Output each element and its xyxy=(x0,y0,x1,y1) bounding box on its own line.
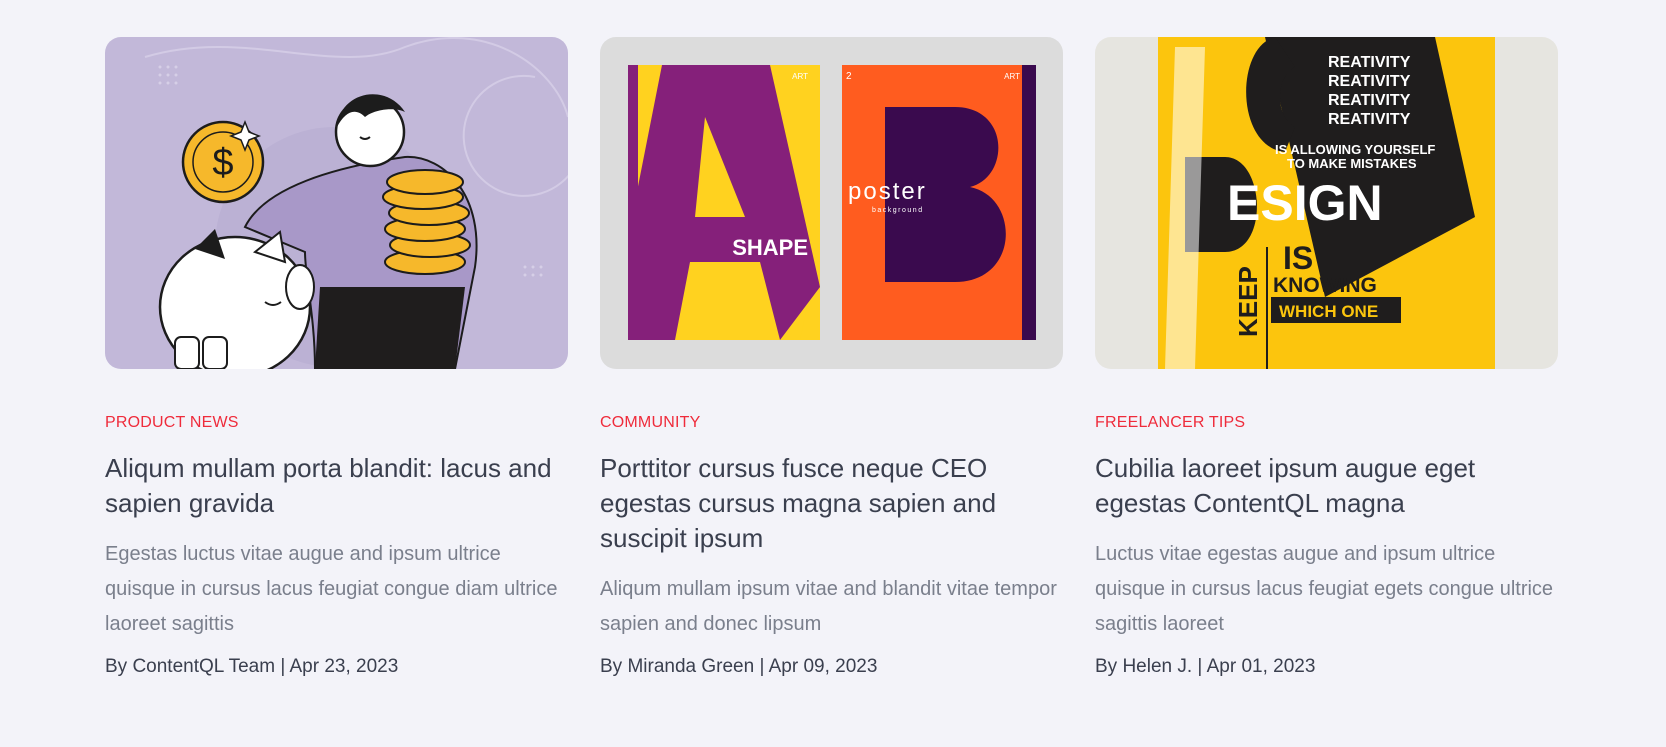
post-excerpt: Luctus vitae egestas augue and ipsum ult… xyxy=(1095,543,1554,635)
post-category[interactable]: FREELANCER TIPS xyxy=(1095,413,1558,433)
poster-design-word: ESIGN xyxy=(1227,175,1383,231)
blog-card-3[interactable]: REATIVITY REATIVITY REATIVITY REATIVITY … xyxy=(1095,37,1558,680)
post-category[interactable]: PRODUCT NEWS xyxy=(105,413,568,433)
svg-text:$: $ xyxy=(212,142,233,184)
poster-b: 2 ART poster background xyxy=(842,65,1036,340)
post-category[interactable]: COMMUNITY xyxy=(600,413,1063,433)
post-meta: By Helen J. | Apr 01, 2023 xyxy=(1095,656,1316,677)
post-image-piggy-bank[interactable]: $ xyxy=(105,37,568,369)
post-title[interactable]: Cubilia laoreet ipsum augue eget egestas… xyxy=(1095,451,1558,521)
creativity-line-1: REATIVITY xyxy=(1328,54,1411,71)
creativity-line-4: REATIVITY xyxy=(1328,111,1411,128)
post-image-design-poster[interactable]: REATIVITY REATIVITY REATIVITY REATIVITY … xyxy=(1095,37,1558,369)
poster-allow-2: TO MAKE MISTAKES xyxy=(1287,156,1417,171)
post-meta: By ContentQL Team | Apr 23, 2023 xyxy=(105,656,399,677)
blog-card-2[interactable]: 1 ART SHAPE 2 ART poster background COMM… xyxy=(600,37,1063,680)
ab-posters-illustration: 1 ART SHAPE 2 ART poster background xyxy=(600,37,1063,369)
poster-a-word: SHAPE xyxy=(732,235,808,260)
blog-card-1[interactable]: $ PRODUCT NEWS Aliqum mullam porta bland… xyxy=(105,37,568,680)
poster-b-word: poster xyxy=(848,178,927,205)
post-title[interactable]: Aliqum mullam porta blandit: lacus and s… xyxy=(105,451,568,521)
poster-which-one: WHICH ONE xyxy=(1279,302,1378,321)
poster-is: IS xyxy=(1283,240,1313,276)
poster-a: 1 ART SHAPE xyxy=(628,65,820,340)
poster-b-number: 2 xyxy=(846,71,852,82)
post-meta: By Miranda Green | Apr 09, 2023 xyxy=(600,656,878,677)
blog-grid: $ PRODUCT NEWS Aliqum mullam porta bland… xyxy=(105,37,1558,680)
creativity-line-3: REATIVITY xyxy=(1328,92,1411,109)
poster-knowing: KNOWING xyxy=(1273,274,1377,297)
design-poster-illustration: REATIVITY REATIVITY REATIVITY REATIVITY … xyxy=(1095,37,1558,369)
poster-allow-1: IS ALLOWING YOURSELF xyxy=(1275,142,1435,157)
post-excerpt: Aliqum mullam ipsum vitae and blandit vi… xyxy=(600,578,1057,635)
post-title[interactable]: Porttitor cursus fusce neque CEO egestas… xyxy=(600,451,1063,556)
poster-a-corner: ART xyxy=(792,72,808,81)
piggy-bank-illustration: $ xyxy=(105,37,568,369)
poster-b-sub: background xyxy=(872,207,924,214)
post-excerpt: Egestas luctus vitae augue and ipsum ult… xyxy=(105,543,558,635)
poster-keep: KEEP xyxy=(1233,266,1263,337)
post-image-ab-posters[interactable]: 1 ART SHAPE 2 ART poster background xyxy=(600,37,1063,369)
poster-a-number: 1 xyxy=(632,73,638,84)
poster-b-corner: ART xyxy=(1004,72,1020,81)
creativity-line-2: REATIVITY xyxy=(1328,73,1411,90)
